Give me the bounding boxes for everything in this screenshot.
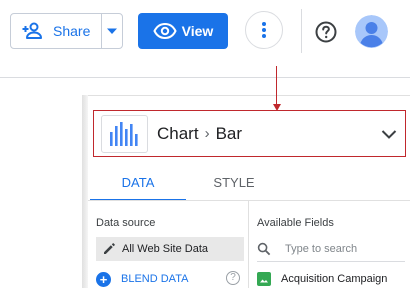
account-avatar[interactable]	[355, 15, 388, 48]
add-person-icon	[22, 22, 42, 39]
help-outline-icon[interactable]: ?	[226, 271, 240, 285]
share-button-group: Share	[10, 13, 123, 49]
annotation-arrow-head	[273, 104, 281, 111]
more-vert-icon	[262, 22, 266, 38]
caret-down-icon	[107, 28, 117, 34]
field-item[interactable]: Acquisition Campaign	[257, 269, 407, 288]
data-source-item[interactable]: All Web Site Data	[96, 237, 244, 261]
report-canvas	[0, 78, 82, 288]
available-fields-section: Available Fields Acquisition Campaign	[249, 201, 410, 288]
help-button[interactable]	[314, 20, 338, 44]
chart-type-label: Bar	[215, 123, 243, 143]
chevron-right-icon: ›	[204, 125, 210, 142]
image-field-icon	[257, 272, 271, 286]
toolbar-separator	[301, 9, 302, 53]
chart-category-label: Chart	[157, 123, 199, 143]
share-button[interactable]: Share	[11, 14, 101, 48]
editor-screen: Share View Chart › Bar DATA STYLE Data s…	[0, 0, 410, 288]
annotation-arrow	[276, 66, 277, 106]
person-avatar-icon	[355, 15, 388, 48]
field-name: Acquisition Campaign	[281, 273, 388, 285]
chart-type-thumbnail	[101, 114, 148, 153]
more-options-button[interactable]	[245, 11, 283, 49]
panel-tabs: DATA STYLE	[88, 165, 410, 201]
chevron-down-icon	[381, 130, 397, 139]
eye-icon	[153, 22, 177, 40]
bar-chart-icon	[109, 121, 138, 146]
chart-type-selector[interactable]: Chart › Bar	[93, 110, 406, 157]
help-icon	[315, 21, 337, 43]
data-source-section: Data source All Web Site Data + BLEND DA…	[88, 201, 249, 288]
blend-data-button[interactable]: + BLEND DATA ?	[96, 269, 244, 288]
data-source-name: All Web Site Data	[122, 243, 209, 255]
blend-data-label: BLEND DATA	[121, 273, 189, 285]
view-label: View	[181, 23, 214, 39]
properties-panel: Chart › Bar DATA STYLE Data source All W…	[88, 95, 410, 288]
data-source-title: Data source	[96, 217, 156, 229]
field-search	[257, 237, 405, 262]
chart-type-breadcrumb: Chart › Bar	[157, 124, 242, 144]
top-toolbar: Share View	[0, 0, 410, 64]
share-label: Share	[53, 23, 91, 39]
available-fields-title: Available Fields	[257, 217, 334, 229]
view-button[interactable]: View	[138, 13, 228, 49]
add-circle-icon: +	[96, 271, 111, 287]
pencil-icon	[104, 243, 115, 254]
search-icon	[257, 242, 271, 256]
share-dropdown-button[interactable]	[102, 14, 122, 48]
tab-data[interactable]: DATA	[90, 165, 186, 201]
tab-style[interactable]: STYLE	[186, 165, 282, 199]
field-search-input[interactable]	[283, 242, 397, 256]
